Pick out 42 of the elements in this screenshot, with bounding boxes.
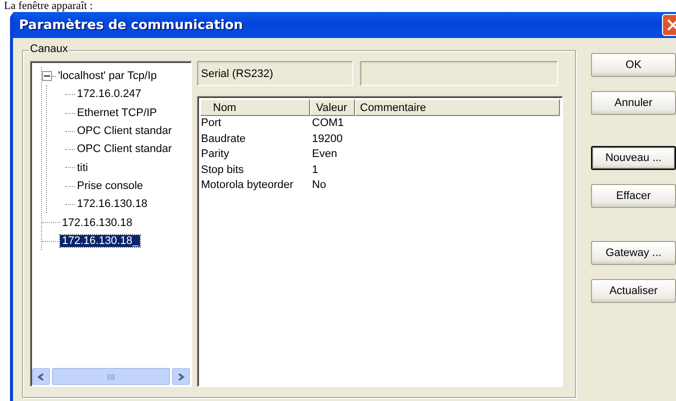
table-cell-text: COM1 xyxy=(311,116,345,131)
table-cell-text: Baudrate xyxy=(200,132,247,146)
dialog-button[interactable]: Effacer xyxy=(591,184,676,208)
tree-item[interactable]: OPC Client standar xyxy=(75,125,174,138)
chevron-left-icon xyxy=(37,372,45,380)
table-cell-text: Even xyxy=(311,147,338,162)
dialog-button[interactable]: Annuler xyxy=(591,91,676,115)
dialog-button[interactable]: Gateway ... xyxy=(591,241,676,265)
parameter-list[interactable]: Nom Valeur Commentaire Port COM1 Baudrate 19200 Parity Even Stop bits 1 Motorola byteorder No xyxy=(197,96,563,387)
tree-item[interactable]: Prise console xyxy=(75,180,146,192)
channel-type-field: Serial (RS232) xyxy=(197,61,353,86)
table-cell-text: Parity xyxy=(200,147,230,162)
chevron-right-icon xyxy=(177,372,185,380)
column-header[interactable]: Commentaire xyxy=(355,99,560,116)
close-icon xyxy=(667,19,676,31)
group-label: Canaux xyxy=(29,43,69,55)
table-cell-text: Stop bits xyxy=(200,162,245,178)
dialog-button[interactable]: Nouveau ... xyxy=(591,146,676,170)
table-cell-text: Motorola byteorder xyxy=(200,178,294,193)
tree-item[interactable]: OPC Client standar xyxy=(75,143,174,156)
tree-item[interactable]: Ethernet TCP/IP xyxy=(75,106,159,119)
table-cell-text: No xyxy=(311,178,328,193)
dialog-button[interactable]: OK xyxy=(591,53,676,77)
scrollbar-thumb[interactable] xyxy=(52,368,170,385)
tree-item[interactable]: titi xyxy=(75,162,90,174)
dialog-button[interactable]: Actualiser xyxy=(591,279,676,303)
column-header[interactable]: Valeur xyxy=(310,99,355,116)
table-cell-text: Port xyxy=(200,116,222,131)
tree-item[interactable]: 172.16.130.18 xyxy=(60,216,134,229)
table-cell-text: 1 xyxy=(311,162,320,178)
collapse-icon[interactable] xyxy=(42,71,52,82)
table-cell-text: 19200 xyxy=(311,132,344,146)
channel-tree[interactable]: 'localhost' par Tcp/Ip 172.16.0.247 Ethernet TCP/IP OPC Client standar OPC Client standar titi Prise console 172.16.130.18 172.16.130.18 172.16.130.18_ xyxy=(30,61,192,387)
window-title: Paramètres de communication xyxy=(19,18,243,32)
tree-item[interactable]: 172.16.130.18_ xyxy=(60,234,140,247)
column-header[interactable]: Nom xyxy=(200,99,310,116)
scroll-right-button[interactable] xyxy=(172,368,190,385)
scroll-left-button[interactable] xyxy=(32,368,50,385)
tree-item[interactable]: 172.16.130.18 xyxy=(75,198,150,210)
tree-item[interactable]: 'localhost' par Tcp/Ip xyxy=(56,70,159,82)
tree-item[interactable]: 172.16.0.247 xyxy=(75,88,144,100)
caption-text: La fenêtre apparaît : xyxy=(4,0,93,12)
